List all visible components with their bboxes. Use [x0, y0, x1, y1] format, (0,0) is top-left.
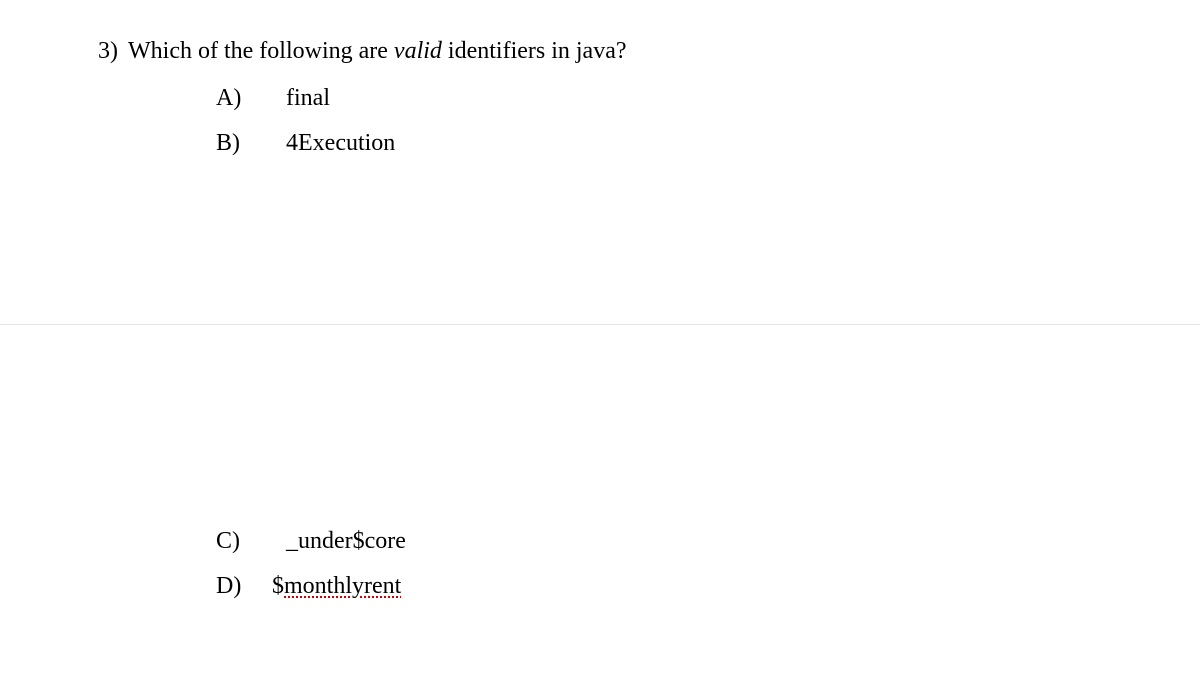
option-c-label: C)	[216, 528, 286, 555]
option-a: A) final	[216, 85, 1200, 112]
question-text: Which of the following are valid identif…	[128, 38, 627, 65]
question-line: 3) Which of the following are valid iden…	[98, 38, 1200, 65]
question-number: 3)	[98, 38, 118, 65]
question-container: 3) Which of the following are valid iden…	[0, 0, 1200, 157]
options-bottom-group: C) _under$core D) $monthlyrent	[216, 528, 406, 618]
option-d-prefix: $	[272, 573, 284, 599]
options-top-group: A) final B) 4Execution	[216, 85, 1200, 157]
question-text-after: identifiers in java?	[442, 38, 627, 64]
option-d-spellcheck: monthlyrent	[284, 573, 401, 599]
option-d-text: $monthlyrent	[272, 573, 401, 600]
option-c-text: _under$core	[286, 528, 406, 555]
option-a-text: final	[286, 85, 330, 112]
option-b-text: 4Execution	[286, 130, 395, 157]
option-b-label: B)	[216, 130, 286, 157]
option-b: B) 4Execution	[216, 130, 1200, 157]
option-a-label: A)	[216, 85, 286, 112]
option-d: D) $monthlyrent	[216, 573, 406, 600]
option-c: C) _under$core	[216, 528, 406, 555]
option-d-label: D)	[216, 573, 272, 600]
page-divider	[0, 324, 1200, 325]
question-text-before: Which of the following are	[128, 38, 394, 64]
question-italic-word: valid	[394, 38, 442, 64]
